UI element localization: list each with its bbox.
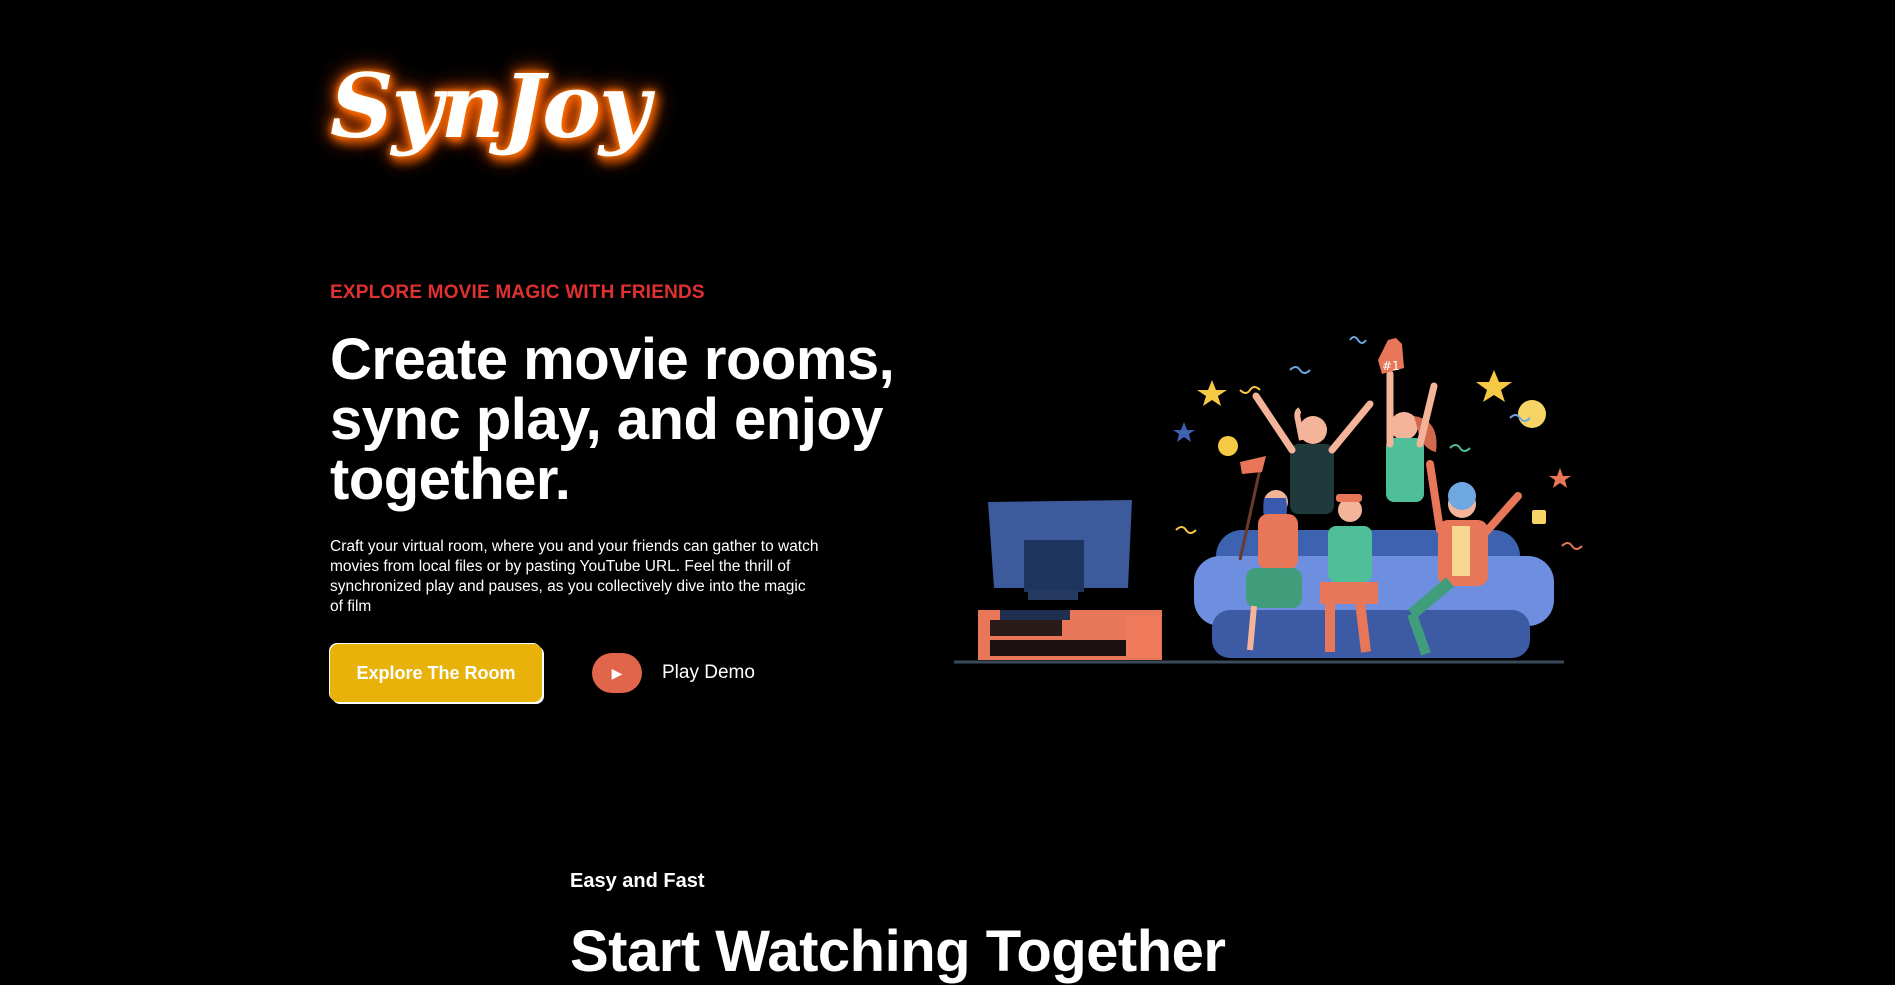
play-demo-button[interactable]: ▶ Play Demo: [592, 653, 755, 693]
foam-finger-label: #1: [1382, 359, 1400, 373]
friends-watching-tv-illustration: #1: [954, 336, 1583, 664]
hero-description: Craft your virtual room, where you and y…: [330, 538, 819, 615]
hero-headline: Create movie rooms, sync play, and enjoy…: [330, 327, 895, 512]
section-eyebrow: Easy and Fast: [570, 870, 705, 892]
play-demo-label: Play Demo: [662, 662, 755, 683]
tv-icon: [988, 500, 1132, 620]
play-icon[interactable]: ▶: [592, 653, 642, 693]
hero-eyebrow: EXPLORE MOVIE MAGIC WITH FRIENDS: [330, 282, 705, 303]
explore-room-button[interactable]: Explore The Room: [330, 644, 542, 702]
confetti-icon: [1173, 336, 1583, 550]
section-title: Start Watching Together: [570, 919, 1226, 984]
brand-logo[interactable]: SynJoy: [330, 62, 650, 150]
